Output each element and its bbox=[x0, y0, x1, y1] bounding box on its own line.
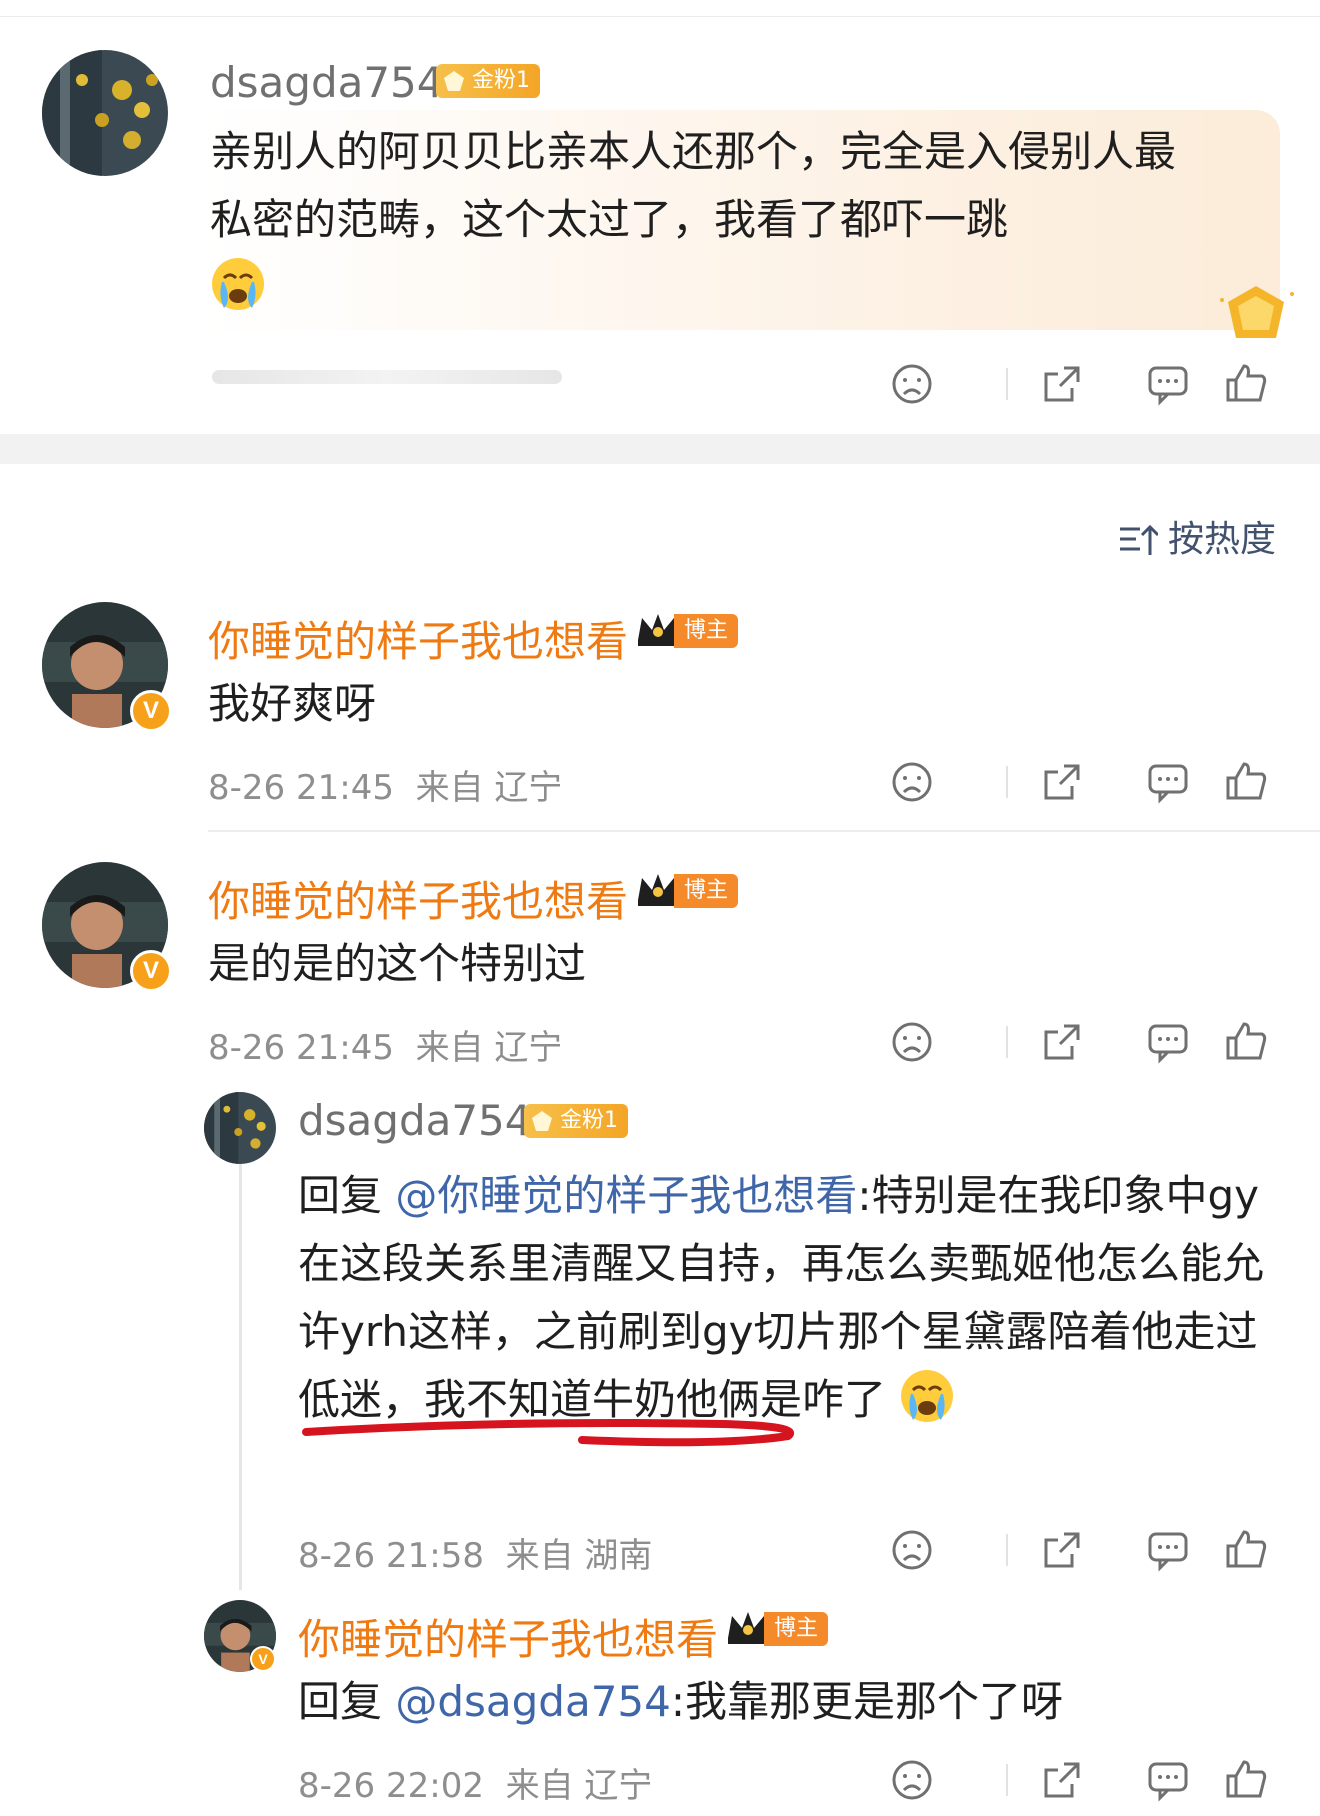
share-icon[interactable] bbox=[1040, 1758, 1084, 1802]
crying-face-icon bbox=[210, 256, 266, 312]
dislike-icon[interactable] bbox=[890, 1020, 934, 1064]
username[interactable]: 你睡觉的样子我也想看 bbox=[208, 608, 628, 669]
dislike-icon[interactable] bbox=[890, 760, 934, 804]
mention-link[interactable]: @你睡觉的样子我也想看 bbox=[395, 1171, 857, 1220]
username[interactable]: 你睡觉的样子我也想看 bbox=[298, 1606, 718, 1667]
post-actions bbox=[890, 354, 1267, 414]
top-divider bbox=[0, 0, 1320, 17]
like-icon[interactable] bbox=[1224, 760, 1268, 804]
verified-badge: V bbox=[250, 1646, 276, 1672]
gem-icon bbox=[444, 71, 464, 91]
comment-location: 来自 辽宁 bbox=[415, 1028, 563, 1068]
loading-placeholder bbox=[212, 370, 562, 384]
comment-icon[interactable] bbox=[1146, 362, 1190, 406]
section-gap bbox=[0, 434, 1320, 464]
avatar[interactable] bbox=[42, 50, 168, 176]
comment-meta: 8-26 21:45 来自 辽宁 bbox=[208, 1020, 562, 1069]
share-icon[interactable] bbox=[1040, 760, 1084, 804]
mention-link[interactable]: @dsagda754 bbox=[395, 1677, 671, 1726]
fan-badge[interactable]: 金粉1 bbox=[524, 1104, 628, 1138]
verified-badge: V bbox=[130, 950, 172, 992]
share-icon[interactable] bbox=[1040, 362, 1084, 406]
reply-location: 来自 辽宁 bbox=[505, 1766, 653, 1806]
sort-icon bbox=[1118, 519, 1160, 559]
comment-actions bbox=[890, 1012, 1267, 1072]
comment-text: 我好爽呀 bbox=[208, 679, 377, 728]
action-divider bbox=[1006, 1534, 1008, 1566]
avatar[interactable] bbox=[204, 1092, 276, 1164]
share-icon[interactable] bbox=[1040, 1020, 1084, 1064]
share-icon[interactable] bbox=[1040, 1528, 1084, 1572]
crying-face-icon bbox=[899, 1368, 955, 1424]
action-divider bbox=[1006, 1026, 1008, 1058]
reply-prefix: 回复 bbox=[298, 1677, 396, 1726]
comment-icon[interactable] bbox=[1146, 1020, 1190, 1064]
verified-badge: V bbox=[130, 690, 172, 732]
fan-badge[interactable]: 金粉1 bbox=[436, 64, 540, 98]
action-divider bbox=[1006, 1764, 1008, 1796]
comment-divider bbox=[208, 830, 1320, 832]
sort-by-hot[interactable]: 按热度 bbox=[1118, 510, 1276, 562]
comment-time: 8-26 21:45 bbox=[208, 768, 394, 808]
username[interactable]: dsagda754 bbox=[298, 1096, 532, 1145]
post-text: 亲别人的阿贝贝比亲本人还那个，完全是入侵别人最私密的范畴，这个太过了，我看了都吓… bbox=[210, 118, 1210, 322]
comment-time: 8-26 21:45 bbox=[208, 1028, 394, 1068]
reply-location: 来自 湖南 bbox=[505, 1536, 653, 1576]
comment-meta: 8-26 21:45 来自 辽宁 bbox=[208, 760, 562, 809]
action-divider bbox=[1006, 368, 1008, 400]
comment-icon[interactable] bbox=[1146, 760, 1190, 804]
dislike-icon[interactable] bbox=[890, 1758, 934, 1802]
dislike-icon[interactable] bbox=[890, 362, 934, 406]
comment-location: 来自 辽宁 bbox=[415, 768, 563, 808]
action-divider bbox=[1006, 766, 1008, 798]
username[interactable]: 你睡觉的样子我也想看 bbox=[208, 868, 628, 929]
comment-actions bbox=[890, 752, 1267, 812]
reply-actions bbox=[890, 1520, 1267, 1580]
comment-icon[interactable] bbox=[1146, 1758, 1190, 1802]
reply-time: 8-26 21:58 bbox=[298, 1536, 484, 1576]
comment-text: 是的是的这个特别过 bbox=[208, 939, 587, 988]
reply-meta: 8-26 22:02 来自 辽宁 bbox=[298, 1758, 652, 1807]
reply-prefix: 回复 bbox=[298, 1171, 396, 1220]
like-icon[interactable] bbox=[1224, 362, 1268, 406]
reply-meta: 8-26 21:58 来自 湖南 bbox=[298, 1528, 652, 1577]
medal-icon bbox=[1220, 286, 1294, 338]
comment-icon[interactable] bbox=[1146, 1528, 1190, 1572]
dislike-icon[interactable] bbox=[890, 1528, 934, 1572]
reply-text: 回复 @dsagda754:我靠那更是那个了呀 bbox=[298, 1677, 1064, 1726]
red-underline-annotation bbox=[302, 1419, 794, 1447]
thread-line bbox=[239, 1150, 242, 1590]
username[interactable]: dsagda754 bbox=[210, 58, 444, 107]
gem-icon bbox=[532, 1111, 552, 1131]
reply-actions bbox=[890, 1750, 1267, 1810]
reply-time: 8-26 22:02 bbox=[298, 1766, 484, 1806]
like-icon[interactable] bbox=[1224, 1020, 1268, 1064]
like-icon[interactable] bbox=[1224, 1528, 1268, 1572]
like-icon[interactable] bbox=[1224, 1758, 1268, 1802]
